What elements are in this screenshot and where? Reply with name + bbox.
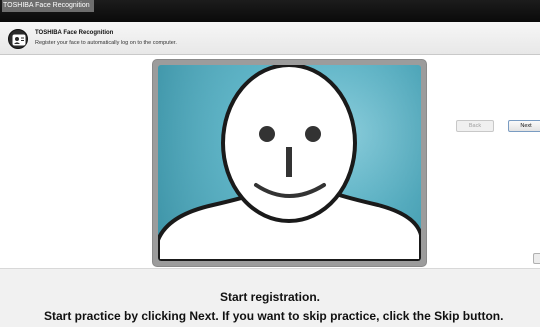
instruction-panel: Start registration. Start practice by cl…	[0, 268, 540, 327]
instruction-text: Start practice by clicking Next. If you …	[44, 309, 504, 323]
instruction-heading: Start registration.	[219, 290, 321, 304]
app-header: TOSHIBA Face Recognition Register your f…	[0, 22, 540, 55]
next-button[interactable]: Next	[508, 120, 540, 132]
face-outline-icon	[158, 65, 421, 261]
window-title-bar[interactable]: TOSHIBA Face Recognition	[0, 0, 540, 22]
window-title: TOSHIBA Face Recognition	[2, 0, 94, 12]
app-title: TOSHIBA Face Recognition	[35, 30, 114, 36]
app-subtitle: Register your face to automatically log …	[35, 40, 177, 46]
main-panel: Back Next	[0, 56, 540, 268]
scroll-button[interactable]	[533, 253, 540, 264]
back-button[interactable]: Back	[456, 120, 494, 132]
face-recognition-icon	[8, 29, 28, 49]
camera-preview	[158, 65, 421, 261]
camera-frame	[152, 59, 427, 267]
